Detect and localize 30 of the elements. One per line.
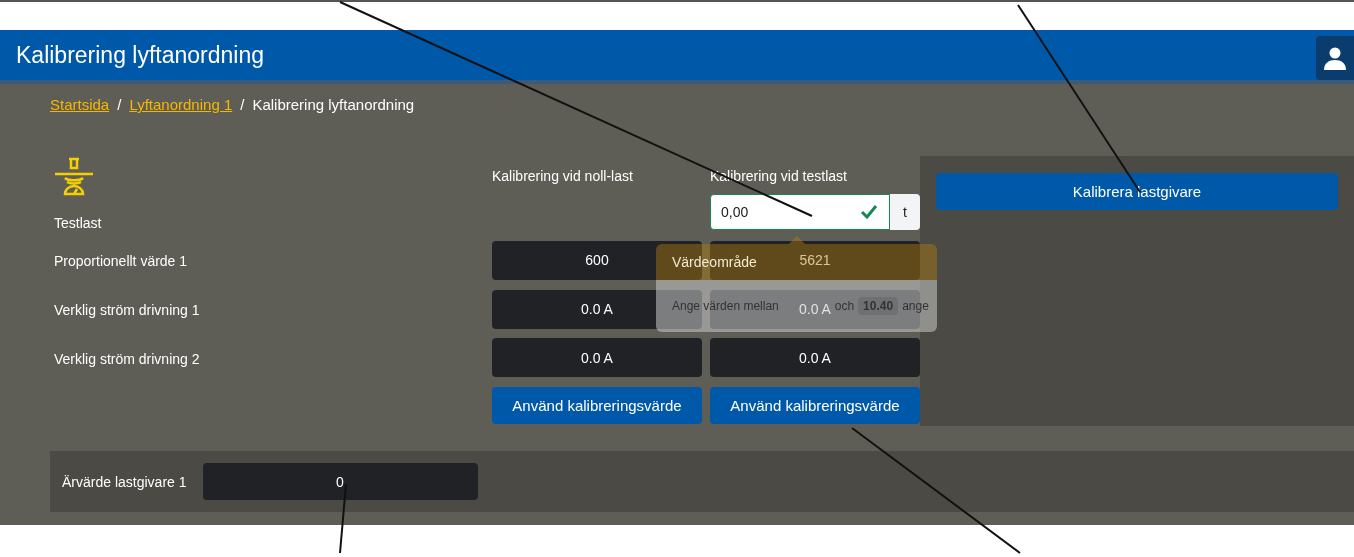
column-heading: Kalibrering vid noll-last [492, 168, 633, 184]
breadcrumb-current: Kalibrering lyftanordning [252, 96, 415, 115]
calibrate-sensor-button[interactable]: Kalibrera lastgivare [936, 173, 1338, 210]
breadcrumb-separator: / [117, 96, 122, 115]
breadcrumb-separator: / [240, 96, 245, 115]
tooltip-title: Värdeområde [672, 254, 757, 270]
tooltip-text: ange [902, 299, 929, 313]
apply-calibration-button[interactable]: Använd kalibreringsvärde [492, 387, 702, 425]
page-title: Kalibrering lyftanordning [16, 41, 265, 69]
row-label: Verklig ström drivning 1 [54, 301, 201, 320]
row-label: Verklig ström drivning 2 [54, 349, 201, 369]
tooltip-text: och [834, 299, 855, 313]
value-cell: 0 [202, 463, 478, 500]
column-heading: Kalibrering vid testlast [710, 168, 848, 184]
test-load-field[interactable]: 0,00 [710, 194, 890, 230]
apply-calibration-button[interactable]: Använd kalibreringsvärde [710, 387, 920, 425]
test-load-label: Testlast [54, 215, 103, 231]
value-cell: 0.0 A [492, 338, 702, 378]
row-label: Proportionellt värde 1 [54, 252, 189, 272]
tooltip-text: Ange värden mellan [672, 299, 779, 313]
unit-label: t [890, 194, 920, 230]
actual-value-label: Ärvärde lastgivare 1 [62, 473, 187, 490]
breadcrumb-link[interactable]: Lyftanordning 1 [129, 96, 233, 124]
value-cell: 0.0 A [710, 338, 920, 378]
user-icon [1323, 46, 1347, 70]
load-scale-icon [54, 156, 94, 196]
breadcrumb-link[interactable]: Startsida [50, 96, 110, 124]
range-max: 10.40 [858, 297, 899, 315]
user-button[interactable] [1316, 36, 1354, 80]
tooltip-arrow [789, 236, 805, 244]
